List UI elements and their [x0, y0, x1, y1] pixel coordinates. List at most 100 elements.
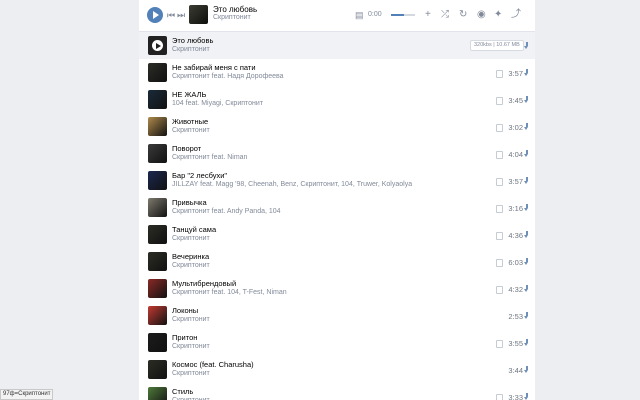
track-duration: 3:57 — [508, 69, 523, 78]
track-duration: 3:45 — [508, 96, 523, 105]
track-artist[interactable]: Скриптонит feat. Andy Panda, 104 — [172, 208, 281, 215]
track-artist[interactable]: 104 feat. Miyagi, Скриптонит — [172, 100, 263, 107]
download-icon[interactable] — [524, 366, 529, 373]
track-title[interactable]: Стиль — [172, 387, 193, 396]
track-cover[interactable] — [148, 279, 167, 298]
download-icon[interactable] — [524, 285, 529, 292]
download-icon[interactable] — [524, 123, 529, 130]
previous-track-icon[interactable]: ⏮ — [167, 8, 175, 22]
download-icon[interactable] — [524, 258, 529, 265]
track-title[interactable]: Танцуй сама — [172, 225, 216, 234]
track-row[interactable]: СтильСкриптонит3:33 — [139, 383, 535, 400]
track-duration: 2:53 — [508, 312, 523, 321]
track-artist[interactable]: Скриптонит — [172, 370, 210, 377]
download-icon[interactable] — [524, 42, 529, 49]
track-title[interactable]: Не забирай меня с пати — [172, 63, 256, 72]
track-cover[interactable] — [148, 117, 167, 136]
track-artist[interactable]: Скриптонит feat. Niman — [172, 154, 247, 161]
download-icon[interactable] — [524, 69, 529, 76]
track-title[interactable]: Космос (feat. Charusha) — [172, 360, 254, 369]
track-row[interactable]: Это любовь Скриптонит 320kbs | 10.67 MB — [139, 32, 535, 59]
track-artist[interactable]: Скриптонит — [172, 343, 210, 350]
track-row[interactable]: Мультибрендовый Скриптонит feat. 104, T-F… — [139, 275, 535, 302]
track-cover[interactable] — [148, 90, 167, 109]
track-row[interactable]: Бар "2 лесбухи" JILLZAY feat. Magg '98, C… — [139, 167, 535, 194]
next-track-icon[interactable]: ⏭ — [177, 8, 185, 22]
track-artist[interactable]: Скриптонит — [172, 316, 210, 323]
track-cover[interactable] — [148, 144, 167, 163]
track-title[interactable]: Бар "2 лесбухи" — [172, 171, 227, 180]
track-row[interactable]: НЕ ЖАЛЬ 104 feat. Miyagi, Скриптонит 3:45 — [139, 86, 535, 113]
track-artist[interactable]: Скриптонит feat. Надя Дорофеева — [172, 73, 284, 80]
download-icon[interactable] — [524, 231, 529, 238]
download-icon[interactable] — [524, 150, 529, 157]
track-row[interactable]: Притон Скриптонит 3:55 — [139, 329, 535, 356]
track-title[interactable]: НЕ ЖАЛЬ — [172, 90, 206, 99]
track-duration: 3:16 — [508, 204, 523, 213]
track-title[interactable]: Поворот — [172, 144, 201, 153]
now-playing-artist[interactable]: Скриптонит — [213, 14, 251, 21]
track-artist[interactable]: Скриптонит — [172, 235, 210, 242]
lyrics-icon[interactable]: ▤ — [355, 8, 364, 22]
now-playing-title[interactable]: Это любовь — [213, 5, 257, 14]
track-row[interactable]: Космос (feat. Charusha) Скриптонит 3:44 — [139, 356, 535, 383]
track-cover[interactable] — [148, 333, 167, 352]
top-player: ⏮ ⏭ Это любовь Скриптонит ▤ 0:00 + ⤮ ↻ ◉… — [139, 0, 535, 32]
track-cover[interactable] — [148, 360, 167, 379]
track-cover[interactable] — [148, 387, 167, 400]
download-icon[interactable] — [524, 204, 529, 211]
track-title[interactable]: Привычка — [172, 198, 207, 207]
track-title[interactable]: Притон — [172, 333, 197, 342]
track-title[interactable]: Мультибрендовый — [172, 279, 236, 288]
volume-slider[interactable] — [391, 14, 415, 16]
track-duration: 3:55 — [508, 339, 523, 348]
track-title[interactable]: Локоны — [172, 306, 198, 315]
now-playing-cover — [189, 5, 208, 24]
more-icon[interactable]: ⤴ — [511, 8, 521, 22]
track-duration: 3:44 — [508, 366, 523, 375]
track-cover[interactable] — [148, 63, 167, 82]
track-title[interactable]: Животные — [172, 117, 208, 126]
track-title[interactable]: Вечеринка — [172, 252, 209, 261]
track-row[interactable]: Вечеринка Скриптонит 6:03 — [139, 248, 535, 275]
track-duration: 4:04 — [508, 150, 523, 159]
add-icon[interactable]: + — [425, 8, 431, 22]
recommendations-icon[interactable]: ✦ — [494, 8, 502, 22]
download-icon[interactable] — [524, 393, 529, 400]
track-artist[interactable]: Скриптонит — [172, 262, 210, 269]
track-row[interactable]: Локоны Скриптонит 2:53 — [139, 302, 535, 329]
download-icon[interactable] — [524, 177, 529, 184]
shuffle-icon[interactable]: ⤮ — [441, 8, 449, 22]
play-button[interactable] — [147, 7, 163, 23]
track-duration: 3:33 — [508, 393, 523, 400]
track-duration: 6:03 — [508, 258, 523, 267]
track-play-icon[interactable] — [148, 36, 167, 55]
repeat-icon[interactable]: ↻ — [459, 8, 467, 22]
track-artist[interactable]: Скриптонит — [172, 46, 210, 53]
track-row[interactable]: Танцуй сама Скриптонит 4:36 — [139, 221, 535, 248]
track-cover[interactable] — [148, 198, 167, 217]
track-title[interactable]: Это любовь — [172, 36, 213, 45]
bitrate-badge: 320kbs | 10.67 MB — [470, 40, 524, 51]
download-icon[interactable] — [524, 96, 529, 103]
track-duration: 4:36 — [508, 231, 523, 240]
download-icon[interactable] — [524, 312, 529, 319]
track-artist[interactable]: Скриптонит feat. 104, T-Fest, Niman — [172, 289, 287, 296]
status-bar: 97ф=Скриптонит — [0, 389, 54, 400]
track-list: Это любовь Скриптонит 320kbs | 10.67 MB Не … — [139, 32, 535, 400]
track-row[interactable]: Не забирай меня с пати Скриптонит feat. Н… — [139, 59, 535, 86]
track-artist[interactable]: JILLZAY feat. Magg '98, Cheenah, Benz, С… — [172, 181, 412, 188]
track-row[interactable]: Привычка Скриптонит feat. Andy Panda, 104… — [139, 194, 535, 221]
track-row[interactable]: Поворот Скриптонит feat. Niman 4:04 — [139, 140, 535, 167]
track-cover[interactable] — [148, 171, 167, 190]
track-cover[interactable] — [148, 252, 167, 271]
audio-panel: ⏮ ⏭ Это любовь Скриптонит ▤ 0:00 + ⤮ ↻ ◉… — [139, 0, 535, 400]
download-icon[interactable] — [524, 339, 529, 346]
broadcast-icon[interactable]: ◉ — [477, 8, 486, 22]
track-duration: 4:32 — [508, 285, 523, 294]
track-cover[interactable] — [148, 225, 167, 244]
track-row[interactable]: Животные Скриптонит 3:02 — [139, 113, 535, 140]
track-cover[interactable] — [148, 306, 167, 325]
playback-time: 0:00 — [368, 11, 382, 18]
track-artist[interactable]: Скриптонит — [172, 127, 210, 134]
